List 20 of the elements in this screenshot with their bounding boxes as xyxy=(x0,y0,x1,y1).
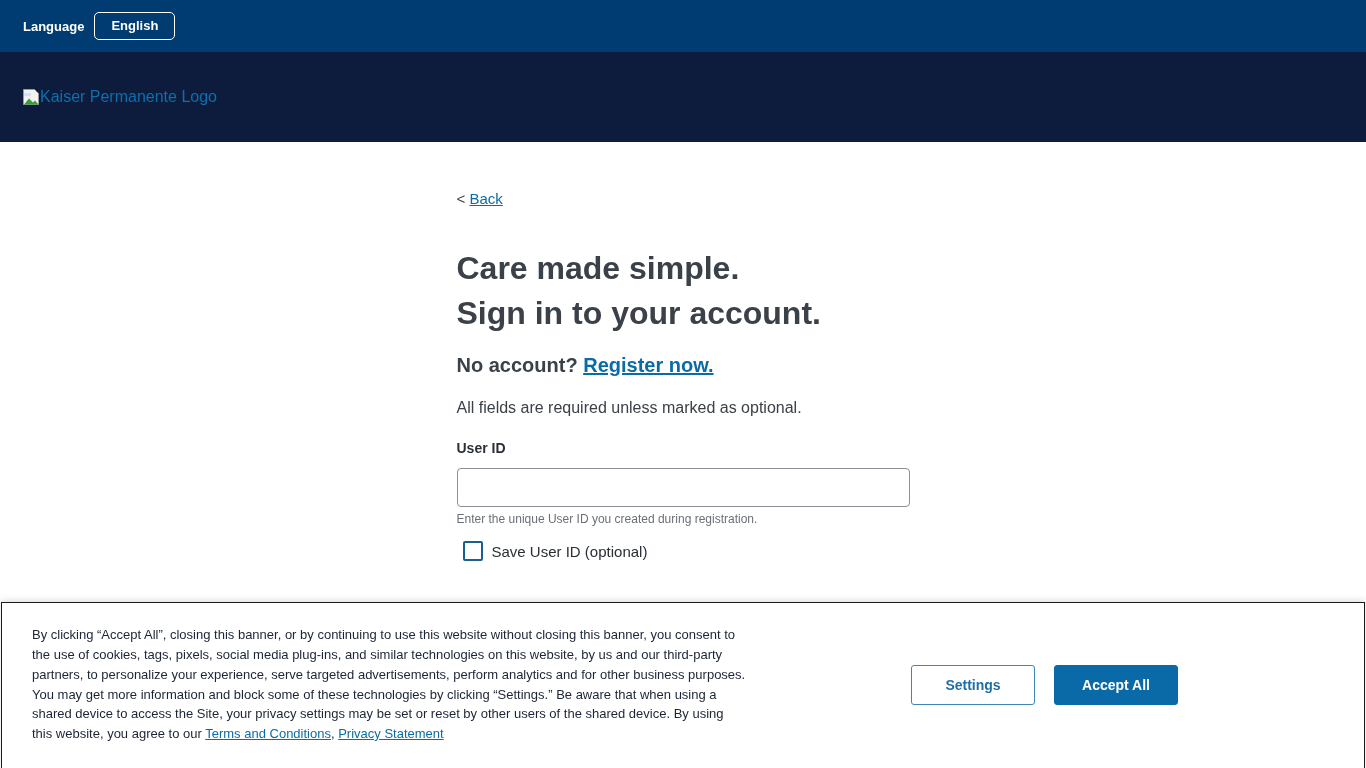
field-label: User ID xyxy=(456,439,506,458)
field-hint: Enter the unique User ID you created during registration. xyxy=(456,511,758,527)
policy-link[interactable]: Privacy Statement xyxy=(338,725,444,741)
checkbox[interactable] xyxy=(462,541,483,561)
register-prompt: No account? Register now. xyxy=(456,353,714,378)
policy-link[interactable]: Terms and Conditions xyxy=(205,725,331,741)
user-id-input[interactable] xyxy=(456,468,910,507)
back-link[interactable]: Back xyxy=(469,190,503,207)
required-fields-note: All fields are required unless marked as optional. xyxy=(456,398,802,418)
accept-button[interactable]: Accept All xyxy=(1054,664,1178,705)
logo-alt-text: Kaiser Permanente Logo xyxy=(40,87,217,107)
language-button[interactable]: English xyxy=(94,11,176,40)
checkbox-label: Save User ID (optional) xyxy=(491,542,648,560)
cookie-notice-text: By clicking “Accept All”, closing this banner, or by continuing to use this website without closing this banner, you consent to the use of cookies, tags, pixels, social media plug-ins, and similar technologies on this website, by us and our third-party partners, to personalize your experience, serve targeted advertisements, perform analytics and for other business purposes. You may get more information and block some of these technologies by clicking “Settings.” Be aware that when using a shared device to access the Site, your privacy settings may be set or reset by other users of the shared device. By using this website, you agree to our Terms and Conditions, Privacy Statement xyxy=(32,626,747,743)
register-link[interactable]: Register now. xyxy=(583,354,714,376)
page-heading: Care made simple. Sign in to your account. xyxy=(456,249,821,333)
settings-button[interactable]: Settings xyxy=(911,664,1035,705)
language-label: Language xyxy=(23,18,85,34)
caret-icon: < xyxy=(456,190,466,207)
broken-image-icon xyxy=(23,89,39,105)
